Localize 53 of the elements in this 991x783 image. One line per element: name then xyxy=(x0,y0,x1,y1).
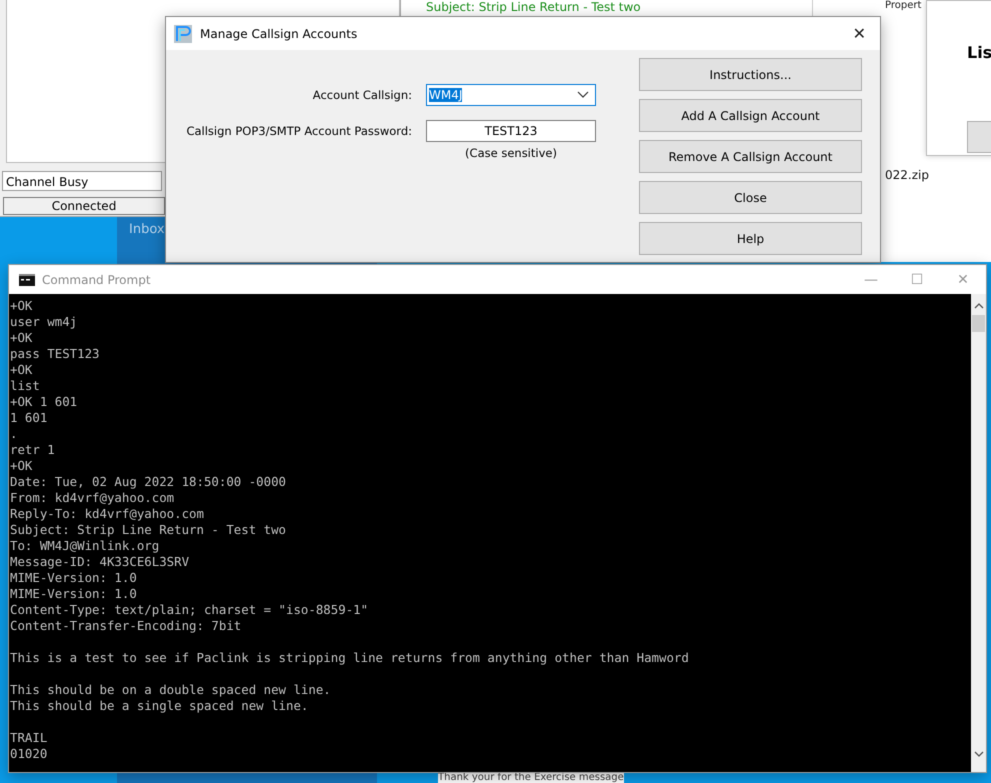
chevron-down-icon xyxy=(577,91,589,99)
console-line: retr 1 xyxy=(10,442,56,458)
ribbon-label[interactable]: Propert xyxy=(885,0,922,11)
callsign-dropdown[interactable]: WM4J xyxy=(426,84,596,106)
console-line: This is a test to see if Paclink is stripping line returns from anything other than Hamword xyxy=(10,650,690,666)
console-line: +OK xyxy=(10,330,34,346)
field-label: Callsign POP3/SMTP Account Password: xyxy=(185,123,412,138)
scrollbar[interactable] xyxy=(971,294,986,772)
dialog-button[interactable]: Remove A Callsign Account xyxy=(639,140,862,173)
console-line: TRAIL xyxy=(10,730,48,746)
hint-text: (Case sensitive) xyxy=(465,146,557,160)
terminal-icon xyxy=(19,274,35,286)
chevron-up-icon xyxy=(974,302,984,309)
message-subject[interactable]: Subject: Strip Line Return - Test two xyxy=(426,0,641,14)
console-line: Content-Type: text/plain; charset = "iso-8859-1" xyxy=(10,602,370,618)
console-line: user wm4j xyxy=(10,314,78,330)
dialog-button[interactable]: Close xyxy=(639,181,862,214)
console-line: . xyxy=(10,426,18,442)
folder-label: Inbox xyxy=(129,222,165,237)
window-title: Manage Callsign Accounts xyxy=(200,26,358,40)
console-line: 01020 xyxy=(10,746,48,762)
console-line: MIME-Version: 1.0 xyxy=(10,586,138,602)
console-line: +OK xyxy=(10,362,34,378)
password-field[interactable]: TEST123 xyxy=(426,120,596,142)
console-line: +OK xyxy=(10,458,34,474)
console-line: To: WM4J@Winlink.org xyxy=(10,538,160,554)
console-line: This should be a single spaced new line. xyxy=(10,698,310,714)
message-preview: Thank your for the Exercise message xyxy=(438,772,624,783)
console-line: Subject: Strip Line Return - Test two xyxy=(10,522,288,538)
console-line: Message-ID: 4K33CE6L3SRV xyxy=(10,554,190,570)
console-line: pass TEST123 xyxy=(10,346,101,362)
window-title: Command Prompt xyxy=(42,272,152,286)
status-text: Channel Busy xyxy=(2,171,162,191)
dialog-button[interactable]: Instructions... xyxy=(639,58,862,91)
dialog-button[interactable]: Help xyxy=(639,222,862,255)
console-line: 1 601 xyxy=(10,410,48,426)
scroll-thumb[interactable] xyxy=(972,315,985,332)
close-button[interactable]: ✕ xyxy=(838,24,880,43)
console-line: +OK xyxy=(10,298,34,314)
chevron-down-icon xyxy=(974,751,984,758)
attachment-name[interactable]: 022.zip xyxy=(885,168,929,182)
console-line: Content-Transfer-Encoding: 7bit xyxy=(10,618,242,634)
console-line: Reply-To: kd4vrf@yahoo.com xyxy=(10,506,205,522)
console-line: From: kd4vrf@yahoo.com xyxy=(10,490,176,506)
dialog-button[interactable]: Add A Callsign Account xyxy=(639,99,862,132)
console-line: Date: Tue, 02 Aug 2022 18:50:00 -0000 xyxy=(10,474,288,490)
console-line: list xyxy=(10,378,41,394)
app-icon xyxy=(174,24,192,42)
console-line: This should be on a double spaced new line. xyxy=(10,682,332,698)
console-line: MIME-Version: 1.0 xyxy=(10,570,138,586)
connection-status: Connected xyxy=(3,197,165,215)
field-label: Account Callsign: xyxy=(312,87,412,102)
console-line: +OK 1 601 xyxy=(10,394,78,410)
